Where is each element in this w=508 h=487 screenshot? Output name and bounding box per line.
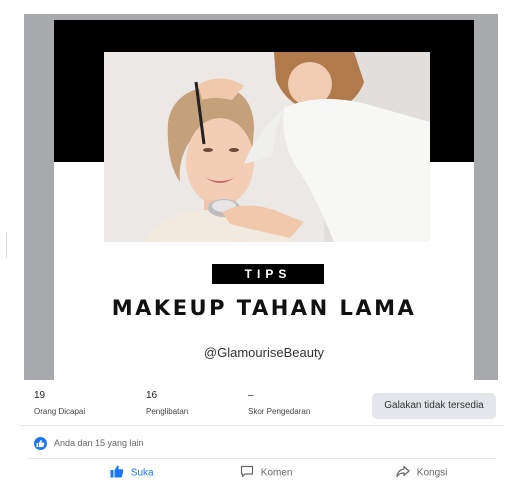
edge-divider: [6, 232, 10, 258]
facebook-post-view: TIPS MAKEUP TAHAN LAMA @GlamouriseBeauty…: [0, 0, 508, 487]
boost-button[interactable]: Galakan tidak tersedia: [372, 393, 496, 419]
stat-distribution-label: Skor Pengedaran: [248, 407, 311, 416]
clipped-top-content: [20, 0, 504, 14]
post-action-bar: Suka Komen Kongsi: [28, 458, 496, 486]
left-page-edge: [0, 0, 18, 487]
insights-row: 19 Orang Dicapai 16 Penglibatan – Skor P…: [20, 384, 504, 426]
thumbs-up-icon: [110, 465, 124, 481]
like-label: Suka: [130, 467, 154, 479]
stat-engagement-value: 16: [146, 390, 158, 401]
share-icon: [396, 465, 410, 481]
share-label: Kongsi: [416, 467, 448, 479]
makeup-photo: [104, 52, 430, 242]
comment-label: Komen: [260, 467, 293, 479]
tips-tag: TIPS: [212, 264, 324, 284]
share-button[interactable]: Kongsi: [396, 465, 447, 483]
reactions-text: Anda dan 15 yang lain: [54, 438, 144, 448]
poster-headline: MAKEUP TAHAN LAMA: [111, 296, 417, 320]
stat-reached-value: 19: [34, 390, 46, 401]
stat-reached-label: Orang Dicapai: [34, 407, 86, 416]
post-card: TIPS MAKEUP TAHAN LAMA @GlamouriseBeauty…: [20, 0, 504, 487]
stat-engagement: 16 Penglibatan: [146, 390, 188, 416]
stat-distribution-value: –: [248, 390, 254, 401]
stat-engagement-label: Penglibatan: [146, 407, 189, 416]
stat-reached: 19 Orang Dicapai: [34, 390, 85, 416]
post-image[interactable]: TIPS MAKEUP TAHAN LAMA @GlamouriseBeauty: [24, 14, 498, 380]
comment-icon: [240, 465, 254, 481]
stat-distribution: – Skor Pengedaran: [248, 390, 310, 416]
promo-poster: TIPS MAKEUP TAHAN LAMA @GlamouriseBeauty: [54, 20, 474, 380]
comment-button[interactable]: Komen: [240, 465, 292, 483]
poster-handle: @GlamouriseBeauty: [203, 345, 325, 360]
like-reaction-icon: [34, 437, 47, 450]
like-button[interactable]: Suka: [110, 465, 154, 483]
